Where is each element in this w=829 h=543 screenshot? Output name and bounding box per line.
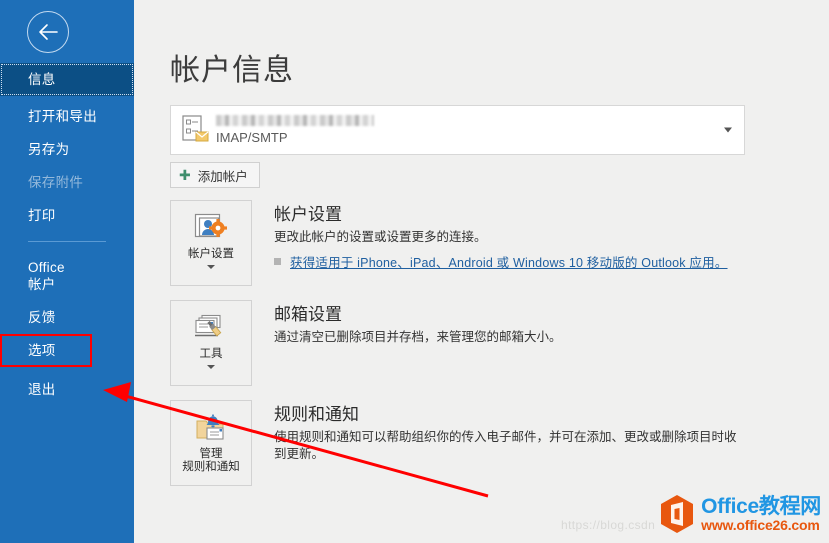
sidebar-item-label: 打印 [28, 208, 56, 223]
account-settings-body: 帐户设置 更改此帐户的设置或设置更多的连接。 获得适用于 iPhone、iPad… [274, 200, 728, 271]
add-account-button[interactable]: ✚ 添加帐户 [170, 162, 260, 188]
sidebar-item-label: 退出 [28, 382, 56, 397]
sidebar-item-save-attachments: 保存附件 [0, 166, 134, 199]
mailbox-settings-body: 邮箱设置 通过清空已删除项目并存档，来管理您的邮箱大小。 [274, 300, 562, 346]
sidebar-item-options[interactable]: 选项 [0, 334, 92, 367]
chevron-down-icon[interactable] [207, 365, 215, 369]
sidebar-item-label: 选项 [28, 343, 56, 358]
backstage-main-content: 帐户信息 IMAP/SMTP ✚ 添加帐户 帐户设置 帐户设置 更改此帐户的设置… [134, 0, 829, 543]
mailbox-cleanup-tools-icon [194, 311, 228, 345]
sidebar-nav-list: 信息 打开和导出 另存为 保存附件 打印 Office 帐户 反馈 选项 退出 [0, 63, 134, 406]
bullet-square-icon [274, 258, 281, 265]
section-description: 通过清空已删除项目并存档，来管理您的邮箱大小。 [274, 330, 562, 344]
section-mailbox-settings: 工具 邮箱设置 通过清空已删除项目并存档，来管理您的邮箱大小。 [170, 300, 829, 386]
account-email-redacted [216, 114, 374, 126]
account-settings-button-label: 帐户设置 [188, 248, 234, 260]
sidebar-item-info[interactable]: 信息 [0, 63, 134, 96]
page-title: 帐户信息 [170, 54, 294, 87]
mailbox-tools-button[interactable]: 工具 [170, 300, 252, 386]
sidebar-item-exit[interactable]: 退出 [0, 373, 134, 406]
sidebar-item-open-export[interactable]: 打开和导出 [0, 100, 134, 133]
csdn-watermark: https://blog.csdn [561, 518, 656, 532]
manage-rules-button-label-line2: 规则和通知 [182, 461, 240, 473]
sidebar-item-print[interactable]: 打印 [0, 199, 134, 232]
sidebar-item-label: Office 帐户 [28, 260, 65, 292]
section-rules-and-alerts: 管理 规则和通知 规则和通知 使用规则和通知可以帮助组织你的传入电子邮件，并可在… [170, 400, 829, 486]
account-text: IMAP/SMTP [216, 114, 374, 145]
office-site-url: www.office26.com [701, 517, 820, 533]
sidebar-item-feedback[interactable]: 反馈 [0, 301, 134, 334]
sidebar-item-save-as[interactable]: 另存为 [0, 133, 134, 166]
office-site-watermark: Office教程网 www.office26.com [659, 493, 821, 535]
office-site-name: Office教程网 [701, 495, 821, 518]
outlook-backstage-window: 信息 打开和导出 另存为 保存附件 打印 Office 帐户 反馈 选项 退出 … [0, 0, 829, 543]
section-title: 邮箱设置 [274, 305, 342, 324]
chevron-down-icon[interactable] [207, 265, 215, 269]
section-title: 规则和通知 [274, 405, 359, 424]
section-description: 更改此帐户的设置或设置更多的连接。 [274, 230, 487, 244]
sidebar-item-office-account[interactable]: Office 帐户 [0, 251, 134, 301]
office-logo-icon [659, 494, 695, 534]
sidebar-item-label: 反馈 [28, 310, 56, 325]
get-outlook-mobile-link[interactable]: 获得适用于 iPhone、iPad、Android 或 Windows 10 移… [290, 252, 728, 271]
mailbox-tools-button-label: 工具 [199, 348, 223, 360]
plus-icon: ✚ [179, 167, 191, 183]
back-arrow-button[interactable] [27, 11, 69, 53]
office-watermark-text: Office教程网 www.office26.com [701, 496, 821, 532]
manage-rules-button[interactable]: 管理 规则和通知 [170, 400, 252, 486]
account-settings-button[interactable]: 帐户设置 [170, 200, 252, 286]
section-description: 使用规则和通知可以帮助组织你的传入电子邮件，并可在添加、更改或删除项目时收到更新… [274, 430, 737, 461]
manage-rules-button-label-line1: 管理 [199, 448, 223, 460]
sidebar-item-label: 保存附件 [28, 175, 84, 190]
manage-rules-alerts-icon [194, 411, 228, 445]
rules-and-alerts-body: 规则和通知 使用规则和通知可以帮助组织你的传入电子邮件，并可在添加、更改或删除项… [274, 400, 744, 463]
mobile-app-link-row: 获得适用于 iPhone、iPad、Android 或 Windows 10 移… [274, 252, 728, 271]
section-title: 帐户设置 [274, 205, 342, 224]
account-settings-icon [194, 211, 228, 245]
chevron-down-icon[interactable] [724, 127, 732, 133]
add-account-label: 添加帐户 [197, 169, 248, 184]
sidebar-item-label: 打开和导出 [28, 109, 97, 124]
back-arrow-icon [39, 24, 58, 40]
sidebar-item-label: 信息 [28, 72, 56, 87]
sidebar-divider [28, 241, 106, 242]
section-account-settings: 帐户设置 帐户设置 更改此帐户的设置或设置更多的连接。 获得适用于 iPhone… [170, 200, 829, 286]
mail-account-icon [182, 115, 209, 142]
sidebar-item-label: 另存为 [28, 142, 70, 157]
backstage-sidebar: 信息 打开和导出 另存为 保存附件 打印 Office 帐户 反馈 选项 退出 [0, 0, 134, 543]
account-selector-dropdown[interactable]: IMAP/SMTP [170, 105, 745, 155]
account-protocol: IMAP/SMTP [216, 129, 288, 145]
